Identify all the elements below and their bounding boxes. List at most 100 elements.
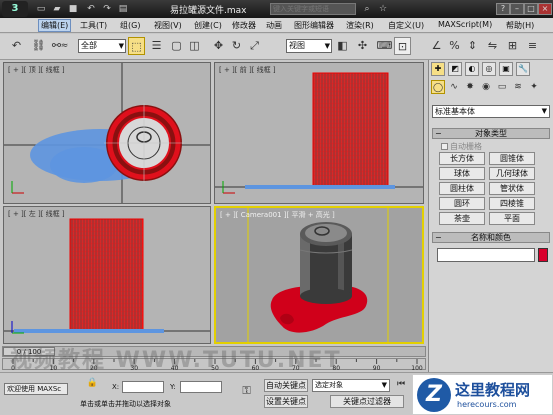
- select-object-icon[interactable]: ⬚: [128, 37, 145, 55]
- auto-key-button[interactable]: 自动关键点: [264, 379, 308, 392]
- menu-maxscript[interactable]: MAXScript(M): [438, 20, 492, 29]
- project-folder-icon[interactable]: ▤: [116, 3, 130, 15]
- motion-tab-icon[interactable]: ◎: [482, 62, 496, 76]
- key-filters-button[interactable]: 关键点过滤器: [330, 395, 404, 408]
- cone-button[interactable]: 圆锥体: [489, 152, 535, 165]
- help-button[interactable]: ?: [496, 3, 510, 15]
- teapot-button[interactable]: 茶壶: [439, 212, 485, 225]
- sphere-button[interactable]: 球体: [439, 167, 485, 180]
- align-icon[interactable]: ⊞: [504, 37, 521, 55]
- menu-customize[interactable]: 自定义(U): [388, 20, 424, 31]
- search-input[interactable]: [270, 3, 356, 15]
- object-color-swatch[interactable]: [538, 248, 548, 262]
- select-manipulate-icon[interactable]: ✣: [354, 37, 371, 55]
- bind-spacewarp-icon[interactable]: ≈: [56, 37, 73, 55]
- create-tab-icon[interactable]: ✚: [431, 62, 445, 76]
- redo-icon[interactable]: ↷: [100, 3, 114, 15]
- viewport-camera[interactable]: [ + ][ Camera001 ][ 平滑 + 高光 ]: [214, 206, 424, 344]
- menu-animation[interactable]: 动画: [266, 20, 282, 31]
- save-icon[interactable]: ■: [66, 3, 80, 15]
- rect-selection-icon[interactable]: ▢: [168, 37, 185, 55]
- viewport-label-front[interactable]: [ + ][ 前 ][ 线框 ]: [219, 65, 276, 75]
- link-icon[interactable]: ⛓: [30, 37, 47, 55]
- key-set-value: 选定对象: [315, 381, 343, 389]
- menu-views[interactable]: 视图(V): [154, 20, 182, 31]
- keyboard-shortcut-icon[interactable]: ⌨: [376, 37, 393, 55]
- star-icon[interactable]: ☆: [376, 3, 390, 15]
- torus-button[interactable]: 圆环: [439, 197, 485, 210]
- pivot-center-icon[interactable]: ◧: [334, 37, 351, 55]
- rollout-object-type[interactable]: − 对象类型: [432, 128, 550, 139]
- mirror-icon[interactable]: ⇋: [484, 37, 501, 55]
- close-button[interactable]: ×: [538, 3, 552, 15]
- menu-group[interactable]: 组(G): [120, 20, 140, 31]
- rotate-icon[interactable]: ↻: [228, 37, 245, 55]
- modify-tab-icon[interactable]: ◩: [448, 62, 462, 76]
- viewport-top[interactable]: [ + ][ 顶 ][ 线框 ]: [3, 62, 211, 204]
- window-crossing-icon[interactable]: ◫: [186, 37, 203, 55]
- undo-icon[interactable]: ↶: [84, 3, 98, 15]
- menu-tools[interactable]: 工具(T): [80, 20, 107, 31]
- hierarchy-tab-icon[interactable]: ◐: [465, 62, 479, 76]
- y-coordinate-input[interactable]: [180, 381, 222, 393]
- command-panel: ✚ ◩ ◐ ◎ ▣ 🔧 ◯ ∿ ✸ ◉ ▭ ≋ ✦ 标准基本体 ▼ − 对象类型 自…: [428, 60, 553, 372]
- menu-rendering[interactable]: 渲染(R): [346, 20, 374, 31]
- utilities-tab-icon[interactable]: 🔧: [516, 62, 530, 76]
- undo-tool-icon[interactable]: ↶: [8, 37, 25, 55]
- ref-coord-dropdown[interactable]: 视图 ▼: [286, 39, 332, 53]
- selection-filter-dropdown[interactable]: 全部 ▼: [78, 39, 126, 53]
- autogrid-checkbox[interactable]: 自动栅格: [441, 141, 482, 152]
- menu-create[interactable]: 创建(C): [194, 20, 222, 31]
- x-coordinate-input[interactable]: [122, 381, 164, 393]
- tube-button[interactable]: 管状体: [489, 182, 535, 195]
- select-by-name-icon[interactable]: ☰: [148, 37, 165, 55]
- move-icon[interactable]: ✥: [210, 37, 227, 55]
- menu-modifiers[interactable]: 修改器: [232, 20, 256, 31]
- new-file-icon[interactable]: ▭: [34, 3, 48, 15]
- x-label: X:: [112, 383, 120, 391]
- angle-snap-icon[interactable]: ∠: [428, 37, 445, 55]
- viewport-front[interactable]: [ + ][ 前 ][ 线框 ]: [214, 62, 424, 204]
- menu-help[interactable]: 帮助(H): [506, 20, 534, 31]
- go-to-start-icon[interactable]: ⏮: [394, 377, 408, 391]
- box-button[interactable]: 长方体: [439, 152, 485, 165]
- viewport-label-left[interactable]: [ + ][ 左 ][ 线框 ]: [8, 209, 65, 219]
- lights-icon[interactable]: ✸: [463, 80, 477, 94]
- plane-button[interactable]: 平面: [489, 212, 535, 225]
- spacewarps-icon[interactable]: ≋: [511, 80, 525, 94]
- viewport-left[interactable]: [ + ][ 左 ][ 线框 ]: [3, 206, 211, 344]
- maxscript-listener[interactable]: 欢迎使用 MAXSc: [4, 383, 68, 395]
- pyramid-button[interactable]: 四棱锥: [489, 197, 535, 210]
- spinner-snap-icon[interactable]: ⇕: [464, 37, 481, 55]
- shapes-icon[interactable]: ∿: [447, 80, 461, 94]
- cameras-icon[interactable]: ◉: [479, 80, 493, 94]
- maximize-button[interactable]: □: [524, 3, 538, 15]
- layer-manager-icon[interactable]: ≡: [524, 37, 541, 55]
- systems-icon[interactable]: ✦: [527, 80, 541, 94]
- category-dropdown[interactable]: 标准基本体 ▼: [432, 105, 550, 118]
- rollout-name-color[interactable]: − 名称和颜色: [432, 232, 550, 243]
- max-workspace: 3 ▭ ▰ ■ ↶ ↷ ▤ 易拉罐源文件.max ⌕ ☆ ? – □ × 编辑(…: [0, 0, 553, 415]
- lock-selection-icon[interactable]: 🔒: [84, 377, 101, 389]
- viewport-label-camera[interactable]: [ + ][ Camera001 ][ 平滑 + 高光 ]: [220, 210, 335, 220]
- set-key-button[interactable]: 设置关键点: [264, 395, 308, 408]
- geosphere-button[interactable]: 几何球体: [489, 167, 535, 180]
- object-name-input[interactable]: [437, 248, 535, 262]
- snaps-toggle-icon[interactable]: ⊡: [394, 37, 411, 55]
- cylinder-button[interactable]: 圆柱体: [439, 182, 485, 195]
- viewport-label-top[interactable]: [ + ][ 顶 ][ 线框 ]: [8, 65, 65, 75]
- percent-snap-icon[interactable]: %: [446, 37, 463, 55]
- key-set-dropdown[interactable]: 选定对象 ▼: [312, 379, 390, 392]
- menu-edit[interactable]: 编辑(E): [38, 19, 72, 32]
- minimize-button[interactable]: –: [510, 3, 524, 15]
- app-menu-button[interactable]: 3: [2, 1, 28, 17]
- display-tab-icon[interactable]: ▣: [499, 62, 513, 76]
- open-icon[interactable]: ▰: [50, 3, 64, 15]
- search-icon[interactable]: ⌕: [360, 3, 374, 15]
- scale-icon[interactable]: ⤢: [246, 37, 263, 55]
- geometry-icon[interactable]: ◯: [431, 80, 445, 94]
- key-icon[interactable]: ⚿: [238, 383, 255, 399]
- helpers-icon[interactable]: ▭: [495, 80, 509, 94]
- chevron-down-icon: ▼: [381, 381, 387, 389]
- menu-graph-editors[interactable]: 图形编辑器: [294, 20, 334, 31]
